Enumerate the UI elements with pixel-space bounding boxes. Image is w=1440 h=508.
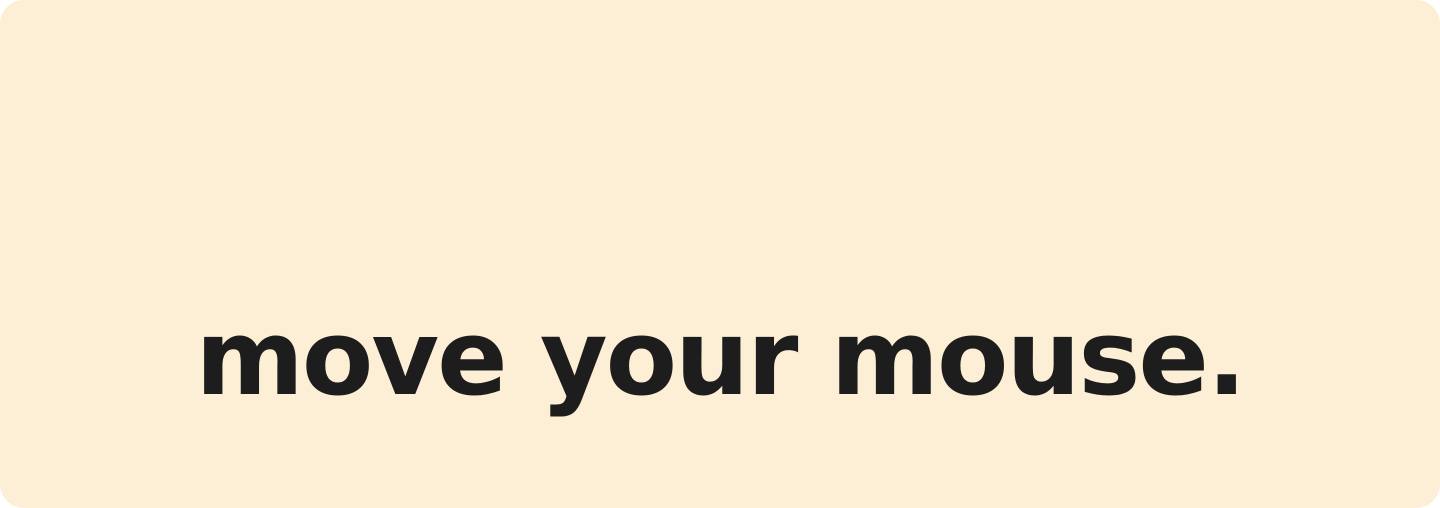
hero-card: move your mouse. — [0, 0, 1440, 508]
hero-headline: move your mouse. — [195, 297, 1247, 419]
